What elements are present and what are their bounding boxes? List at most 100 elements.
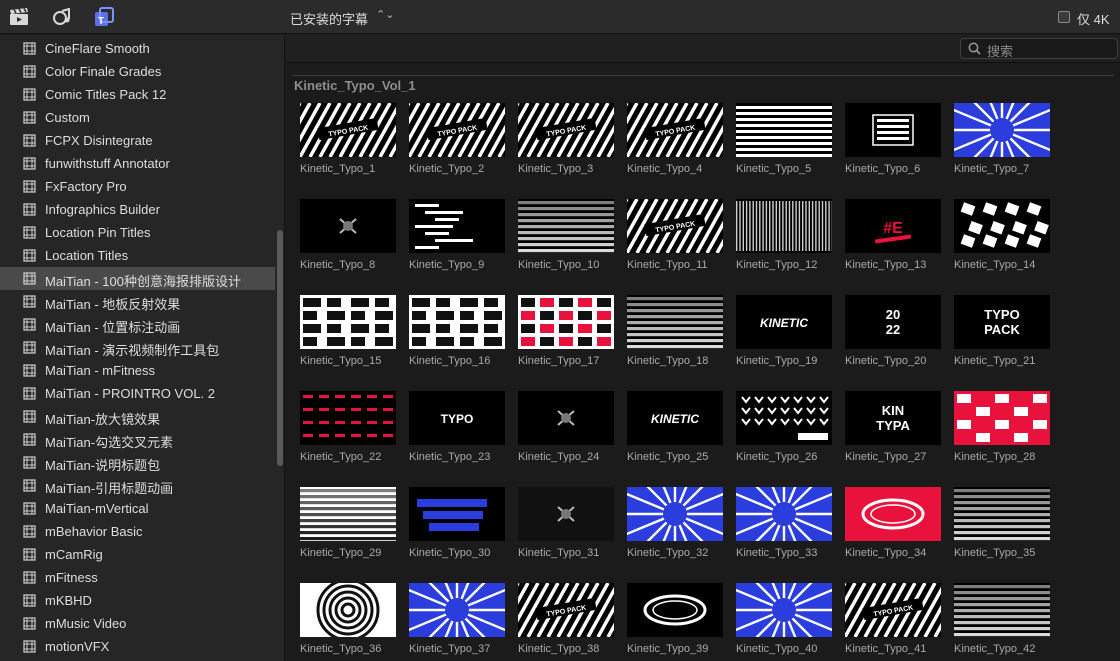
title-thumbnail-label: Kinetic_Typo_18 [627, 355, 709, 367]
title-thumbnail[interactable] [954, 391, 1050, 445]
sidebar-item[interactable]: motionVFX [0, 635, 275, 658]
title-thumbnail-label: Kinetic_Typo_40 [736, 643, 818, 655]
title-category-icon [23, 479, 36, 492]
sidebar-item[interactable]: MaiTian - PROINTRO VOL. 2 [0, 382, 275, 405]
chevron-updown-icon[interactable]: ⌃⌄ [376, 8, 394, 21]
sidebar-item-label: Location Pin Titles [45, 225, 151, 240]
title-thumbnail[interactable]: #E [845, 199, 941, 253]
title-thumbnail[interactable]: TYPO [409, 391, 505, 445]
title-thumbnail[interactable] [409, 199, 505, 253]
only-4k-label[interactable]: 仅 4K [1077, 9, 1110, 28]
title-thumbnail[interactable] [627, 583, 723, 637]
title-thumbnail[interactable]: KIN TYPA [845, 391, 941, 445]
title-thumbnail[interactable] [736, 103, 832, 157]
sidebar-item[interactable]: MaiTian-mVertical [0, 497, 275, 520]
title-thumbnail[interactable] [409, 295, 505, 349]
only-4k-checkbox[interactable] [1058, 11, 1070, 23]
title-thumbnail[interactable] [518, 199, 614, 253]
title-thumbnail[interactable] [409, 487, 505, 541]
title-thumbnail[interactable]: TYPO PACK [518, 103, 614, 157]
sidebar-item[interactable]: MaiTian-勾选交叉元素 [0, 428, 275, 451]
title-thumbnail[interactable] [845, 487, 941, 541]
title-thumbnail[interactable] [736, 391, 832, 445]
title-thumbnail-label: Kinetic_Typo_9 [409, 259, 485, 271]
title-category-icon [23, 65, 36, 78]
sidebar-item[interactable]: mMusic Video [0, 612, 275, 635]
title-thumbnail[interactable]: TYPO PACK [954, 295, 1050, 349]
title-thumbnail[interactable]: 20 22 [845, 295, 941, 349]
sidebar-item[interactable]: mBehavior Basic [0, 520, 275, 543]
title-thumbnail[interactable] [518, 295, 614, 349]
title-thumbnail[interactable]: TYPO PACK [627, 103, 723, 157]
sidebar-item[interactable]: Custom [0, 106, 275, 129]
sidebar-item-label: CineFlare Smooth [45, 41, 150, 56]
sidebar-item-label: MaiTian - 100种创意海报排版设计 [45, 274, 241, 289]
music-icon[interactable] [52, 7, 72, 27]
title-thumbnail-label: Kinetic_Typo_31 [518, 547, 600, 559]
sidebar-item[interactable]: MaiTian - 100种创意海报排版设计 [0, 267, 275, 290]
sidebar-item[interactable]: MaiTian - 地板反射效果 [0, 290, 275, 313]
sidebar-item[interactable]: MaiTian - mFitness [0, 359, 275, 382]
title-thumbnail[interactable]: TYPO PACK [409, 103, 505, 157]
title-thumbnail[interactable] [954, 199, 1050, 253]
title-thumbnail[interactable] [300, 295, 396, 349]
sidebar-item[interactable]: MaiTian - 演示视频制作工具包 [0, 336, 275, 359]
title-thumbnail-label: Kinetic_Typo_27 [845, 451, 927, 463]
title-thumbnail[interactable]: KINETIC [627, 391, 723, 445]
clapper-icon[interactable] [9, 7, 29, 27]
sidebar-item[interactable]: MaiTian-引用标题动画 [0, 474, 275, 497]
title-thumbnail[interactable] [300, 391, 396, 445]
svg-text:#E: #E [883, 220, 903, 237]
title-thumbnail[interactable]: TYPO PACK [845, 583, 941, 637]
sidebar-item[interactable]: Location Titles [0, 244, 275, 267]
sidebar-item-label: Infographics Builder [45, 202, 160, 217]
sidebar-item[interactable]: MaiTian-说明标题包 [0, 451, 275, 474]
title-thumbnail[interactable] [845, 103, 941, 157]
title-thumbnail[interactable] [518, 391, 614, 445]
title-thumbnail[interactable] [954, 103, 1050, 157]
sidebar-item[interactable]: mKBHD [0, 589, 275, 612]
sidebar-item-label: funwithstuff Annotator [45, 156, 170, 171]
svg-text:T: T [98, 16, 104, 27]
sidebar-item[interactable]: Color Finale Grades [0, 60, 275, 83]
title-thumbnail[interactable] [409, 583, 505, 637]
title-thumbnail-label: Kinetic_Typo_36 [300, 643, 382, 655]
sidebar-item[interactable]: MaiTian-放大镜效果 [0, 405, 275, 428]
title-thumbnail[interactable] [518, 487, 614, 541]
title-thumbnail[interactable]: TYPO PACK [300, 103, 396, 157]
title-category-icon [23, 88, 36, 101]
sidebar-item[interactable]: CineFlare Smooth [0, 37, 275, 60]
search-bar: 搜索 [286, 35, 1120, 63]
sidebar-item[interactable]: MaiTian - 位置标注动画 [0, 313, 275, 336]
sidebar-item[interactable]: FxFactory Pro [0, 175, 275, 198]
sidebar-item[interactable]: Infographics Builder [0, 198, 275, 221]
title-category-icon [23, 364, 36, 377]
title-thumbnail[interactable] [736, 583, 832, 637]
sidebar-scrollbar[interactable] [277, 230, 283, 466]
title-category-icon [23, 433, 36, 446]
sidebar-item[interactable]: Comic Titles Pack 12 [0, 83, 275, 106]
title-thumbnail[interactable] [954, 583, 1050, 637]
sidebar-item[interactable]: Location Pin Titles [0, 221, 275, 244]
title-thumbnail[interactable]: TYPO PACK [627, 199, 723, 253]
title-thumbnail[interactable] [736, 487, 832, 541]
title-thumbnail[interactable] [300, 487, 396, 541]
browser-title[interactable]: 已安装的字幕 [290, 9, 368, 28]
sidebar-item[interactable]: mCamRig [0, 543, 275, 566]
sidebar-item[interactable]: mFitness [0, 566, 275, 589]
title-thumbnail[interactable] [954, 487, 1050, 541]
titles-icon[interactable]: T [94, 7, 114, 27]
sidebar-item[interactable]: funwithstuff Annotator [0, 152, 275, 175]
search-input[interactable]: 搜索 [960, 38, 1118, 59]
title-thumbnail-label: Kinetic_Typo_32 [627, 547, 709, 559]
title-thumbnail[interactable] [627, 487, 723, 541]
title-thumbnail[interactable]: KINETIC [736, 295, 832, 349]
title-thumbnail-label: Kinetic_Typo_4 [627, 163, 703, 175]
title-thumbnail[interactable]: TYPO PACK [518, 583, 614, 637]
title-thumbnail[interactable] [736, 199, 832, 253]
title-thumbnail[interactable] [627, 295, 723, 349]
sidebar-item[interactable]: FCPX Disintegrate [0, 129, 275, 152]
title-category-icon [23, 295, 36, 308]
title-thumbnail[interactable] [300, 583, 396, 637]
title-thumbnail[interactable] [300, 199, 396, 253]
